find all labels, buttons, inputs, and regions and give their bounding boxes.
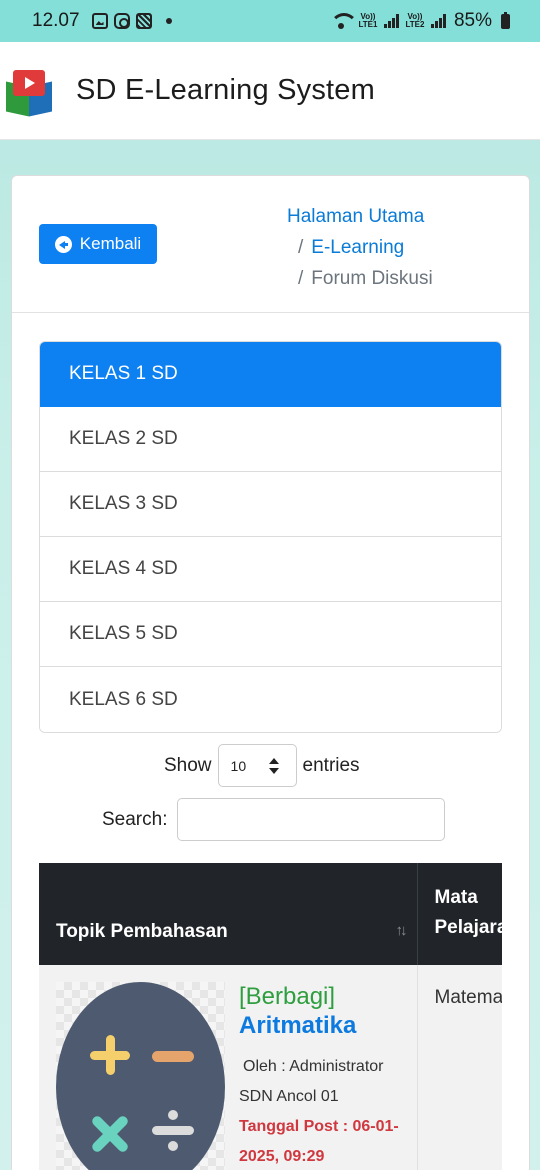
wifi-icon [329, 13, 358, 29]
topic-thumbnail[interactable] [56, 982, 225, 1170]
status-bar: 12.07 Vo)) LTE1 Vo)) LTE2 85% [0, 0, 540, 42]
status-right: Vo)) LTE1 Vo)) LTE2 85% [329, 10, 510, 32]
class-item-1[interactable]: KELAS 1 SD [40, 342, 501, 407]
topic-text: [Berbagi] Aritmatika Oleh : Administrato… [239, 982, 405, 1170]
class-item-6[interactable]: KELAS 6 SD [40, 667, 501, 732]
elearning-logo-icon [6, 66, 52, 116]
class-item-2[interactable]: KELAS 2 SD [40, 407, 501, 472]
topic-cell: [Berbagi] Aritmatika Oleh : Administrato… [39, 965, 418, 1170]
class-list: KELAS 1 SD KELAS 2 SD KELAS 3 SD KELAS 4… [39, 341, 502, 733]
entries-label: entries [302, 754, 360, 776]
breadcrumb-current: Forum Diskusi [311, 268, 433, 289]
class-item-4[interactable]: KELAS 4 SD [40, 537, 501, 602]
entries-select[interactable]: 10 [217, 744, 297, 787]
volte-lte2-label: Vo)) LTE2 [405, 12, 425, 29]
minus-icon [152, 1051, 194, 1062]
column-header-topik[interactable]: Topik Pembahasan ↑↓ [39, 863, 418, 965]
topic-tag: [Berbagi] [239, 983, 336, 1010]
table-row: [Berbagi] Aritmatika Oleh : Administrato… [39, 965, 502, 1170]
card-top: Kembali Halaman Utama / E-Learning / Forum… [12, 176, 529, 313]
plus-icon [90, 1035, 130, 1075]
class-item-5[interactable]: KELAS 5 SD [40, 602, 501, 667]
signal-2-icon [430, 14, 446, 28]
breadcrumb-separator: / [298, 268, 304, 289]
back-button-label: Kembali [79, 234, 142, 253]
search-label: Search: [102, 808, 168, 830]
status-time: 12.07 [32, 10, 80, 31]
forum-table-wrapper[interactable]: Topik Pembahasan ↑↓ Mata Pelajara [Berba… [39, 863, 502, 1170]
times-icon [89, 1113, 131, 1155]
show-label: Show [164, 754, 212, 776]
breadcrumb: Halaman Utama / E-Learning / Forum Diskusi [287, 201, 433, 294]
battery-icon [501, 11, 510, 29]
arrow-circle-left-icon [54, 235, 72, 253]
battery-percent: 85% [453, 10, 492, 31]
status-left: 12.07 [32, 10, 172, 32]
signal-1-icon [383, 14, 399, 28]
forum-card: Kembali Halaman Utama / E-Learning / Forum… [11, 175, 530, 1170]
forum-table: Topik Pembahasan ↑↓ Mata Pelajara [Berba… [39, 863, 502, 1170]
volte-lte1-label: Vo)) LTE1 [358, 12, 378, 29]
search-control: Search: [102, 798, 446, 841]
gallery-icon [91, 13, 108, 29]
table-header-row: Topik Pembahasan ↑↓ Mata Pelajara [39, 863, 502, 965]
instagram-icon [113, 13, 130, 29]
breadcrumb-elearning-link[interactable]: E-Learning [311, 237, 404, 258]
search-input[interactable] [177, 798, 446, 841]
calculator-icon [56, 982, 225, 1170]
mapel-cell: Matema [417, 965, 502, 1170]
topic-author: Oleh : Administrator [243, 1058, 384, 1075]
app-title: SD E-Learning System [76, 74, 375, 106]
sort-icon: ↑↓ [395, 922, 408, 939]
column-header-mapel[interactable]: Mata Pelajara [417, 863, 502, 965]
select-arrows-icon [268, 758, 279, 774]
notification-dot-icon [165, 18, 172, 24]
entries-length-control: Show 10 entries [164, 744, 360, 787]
back-button[interactable]: Kembali [39, 224, 157, 264]
breadcrumb-home-link[interactable]: Halaman Utama [287, 206, 424, 227]
class-item-3[interactable]: KELAS 3 SD [40, 472, 501, 537]
entries-select-value: 10 [230, 757, 247, 774]
app-header: SD E-Learning System [0, 42, 540, 140]
topic-date: Tanggal Post : 06-01- 2025, 09:29 [239, 1118, 399, 1165]
topic-school: SDN Ancol 01 [239, 1088, 339, 1105]
clapperboard-icon [135, 13, 152, 29]
topic-title-link[interactable]: Aritmatika [239, 1011, 405, 1040]
divide-icon [152, 1108, 194, 1152]
breadcrumb-separator: / [298, 237, 304, 258]
